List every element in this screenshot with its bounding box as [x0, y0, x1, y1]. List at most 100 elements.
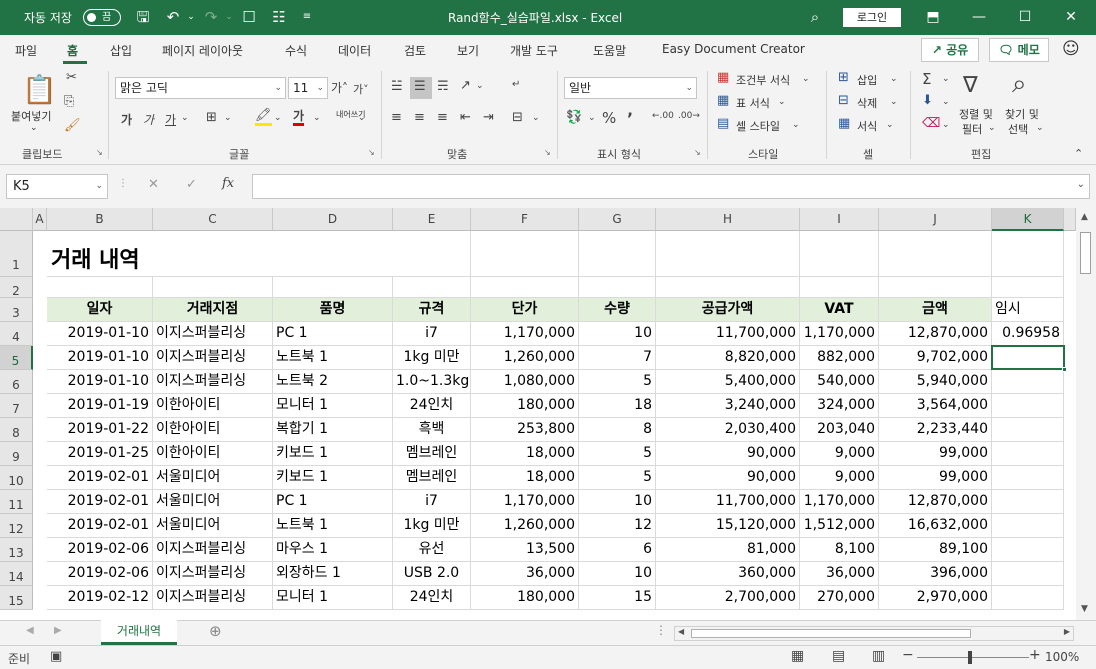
- phonetic-button[interactable]: 내어쓰기: [336, 109, 365, 120]
- cell-vat[interactable]: 324,000: [800, 394, 879, 418]
- conditional-format-icon[interactable]: ▦: [717, 70, 729, 85]
- cell-qty[interactable]: 5: [579, 442, 656, 466]
- merge-center-icon[interactable]: ⊟: [512, 110, 523, 125]
- cell-branch[interactable]: 이지스퍼블리싱: [153, 322, 273, 346]
- number-format-dropdown[interactable]: 일반 ⌄: [564, 77, 697, 99]
- cell-supply[interactable]: 11,700,000: [656, 490, 800, 514]
- enter-icon[interactable]: ✓: [186, 177, 197, 192]
- tab-easy-document-creator[interactable]: Easy Document Creator: [662, 42, 805, 56]
- add-sheet-icon[interactable]: ⊕: [209, 622, 222, 640]
- tab-insert[interactable]: 삽입: [110, 42, 132, 59]
- cell-supply[interactable]: 5,400,000: [656, 370, 800, 394]
- autosum-dropdown-icon[interactable]: ⌄: [942, 74, 950, 84]
- cell-vat[interactable]: 270,000: [800, 586, 879, 610]
- login-button[interactable]: 로그인: [843, 8, 901, 27]
- cell-price[interactable]: 1,260,000: [471, 346, 579, 370]
- cell-k[interactable]: [992, 490, 1064, 514]
- insert-function-icon[interactable]: fx: [222, 176, 234, 191]
- vertical-scrollbar[interactable]: ▲ ▼: [1076, 208, 1096, 620]
- cell-item[interactable]: 마우스 1: [273, 538, 393, 562]
- top-align-icon[interactable]: ☱: [391, 79, 403, 94]
- align-left-icon[interactable]: ≡: [391, 110, 402, 125]
- cell-supply[interactable]: 360,000: [656, 562, 800, 586]
- column-header-j[interactable]: J: [879, 208, 992, 231]
- row-header-14[interactable]: 14: [0, 562, 33, 586]
- clear-icon[interactable]: ⌫: [922, 116, 940, 131]
- cell-spec[interactable]: USB 2.0: [393, 562, 471, 586]
- italic-button[interactable]: 가: [143, 111, 154, 128]
- cell[interactable]: [879, 231, 992, 277]
- middle-align-icon[interactable]: ☰: [414, 79, 426, 94]
- clear-dropdown-icon[interactable]: ⌄: [942, 120, 950, 130]
- cell-spec[interactable]: 1.0~1.3kg: [393, 370, 471, 394]
- row-header-3[interactable]: 3: [0, 298, 33, 322]
- column-header-l[interactable]: [1064, 208, 1076, 231]
- cell-k[interactable]: [992, 370, 1064, 394]
- cell-amount[interactable]: 99,000: [879, 466, 992, 490]
- cell-qty[interactable]: 10: [579, 562, 656, 586]
- scroll-left-icon[interactable]: ◀: [678, 627, 684, 636]
- increase-indent-icon[interactable]: ⇥: [483, 110, 494, 125]
- cell-branch[interactable]: 이한아이티: [153, 394, 273, 418]
- underline-button[interactable]: 가: [165, 111, 176, 128]
- row-header-5[interactable]: 5: [0, 346, 33, 370]
- cell-qty[interactable]: 18: [579, 394, 656, 418]
- cell-date[interactable]: 2019-01-19: [47, 394, 153, 418]
- chevron-down-icon[interactable]: ⌄: [792, 120, 800, 130]
- find-select-label-2[interactable]: 선택: [1008, 121, 1028, 137]
- cell-spec[interactable]: 멤브레인: [393, 466, 471, 490]
- header-date[interactable]: 일자: [47, 298, 153, 322]
- cell-qty[interactable]: 15: [579, 586, 656, 610]
- row-header-11[interactable]: 11: [0, 490, 33, 514]
- align-center-icon[interactable]: ≡: [414, 110, 425, 125]
- cell-supply[interactable]: 90,000: [656, 466, 800, 490]
- autosave-toggle[interactable]: 끔: [83, 9, 121, 26]
- cell-vat[interactable]: 1,170,000: [800, 322, 879, 346]
- undo-icon[interactable]: ↶: [164, 8, 182, 26]
- fill-dropdown-icon[interactable]: ⌄: [942, 97, 950, 107]
- cell-qty[interactable]: 10: [579, 322, 656, 346]
- cell-date[interactable]: 2019-01-10: [47, 370, 153, 394]
- normal-view-icon[interactable]: ▦: [791, 648, 804, 664]
- delete-cells-icon[interactable]: ⊟: [838, 93, 849, 108]
- macro-record-icon[interactable]: ▣: [50, 649, 62, 664]
- zoom-in-icon[interactable]: +: [1029, 647, 1041, 663]
- cell-price[interactable]: 18,000: [471, 466, 579, 490]
- cell-vat[interactable]: 203,040: [800, 418, 879, 442]
- cell-supply[interactable]: 8,820,000: [656, 346, 800, 370]
- cell-date[interactable]: 2019-01-25: [47, 442, 153, 466]
- cell-qty[interactable]: 5: [579, 466, 656, 490]
- cut-icon[interactable]: ✂: [66, 70, 77, 85]
- alignment-launcher-icon[interactable]: ↘: [544, 148, 551, 157]
- bottom-align-icon[interactable]: ☴: [437, 79, 449, 94]
- underline-dropdown-icon[interactable]: ⌄: [181, 113, 189, 123]
- cell-date[interactable]: 2019-02-06: [47, 538, 153, 562]
- cell-branch[interactable]: 서울미디어: [153, 466, 273, 490]
- orientation-icon[interactable]: ↗: [460, 78, 471, 93]
- tab-review[interactable]: 검토: [404, 42, 426, 59]
- cell-vat[interactable]: 882,000: [800, 346, 879, 370]
- tab-developer[interactable]: 개발 도구: [510, 42, 558, 59]
- cell[interactable]: [656, 231, 800, 277]
- column-header-b[interactable]: B: [47, 208, 153, 231]
- undo-dropdown-icon[interactable]: ⌄: [182, 8, 200, 26]
- formula-input[interactable]: ⌄: [252, 174, 1090, 199]
- phonetic-dropdown-icon[interactable]: ⌄: [358, 113, 366, 123]
- header-supply[interactable]: 공급가액: [656, 298, 800, 322]
- cell-qty[interactable]: 7: [579, 346, 656, 370]
- sort-filter-icon[interactable]: ∇: [963, 73, 978, 98]
- cell-spec[interactable]: 1kg 미만: [393, 514, 471, 538]
- cell[interactable]: [47, 277, 153, 298]
- font-color-dropdown-icon[interactable]: ⌄: [313, 113, 321, 123]
- cell-price[interactable]: 36,000: [471, 562, 579, 586]
- cell-branch[interactable]: 서울미디어: [153, 490, 273, 514]
- cell[interactable]: [393, 277, 471, 298]
- cell-vat[interactable]: 1,170,000: [800, 490, 879, 514]
- active-cell-selection[interactable]: [991, 345, 1067, 372]
- tab-home[interactable]: 홈: [67, 42, 78, 59]
- row-header-6[interactable]: 6: [0, 370, 33, 394]
- cell-qty[interactable]: 5: [579, 370, 656, 394]
- tab-page-layout[interactable]: 페이지 레이아웃: [162, 42, 243, 59]
- minimize-icon[interactable]: —: [956, 0, 1002, 35]
- row-header-7[interactable]: 7: [0, 394, 33, 418]
